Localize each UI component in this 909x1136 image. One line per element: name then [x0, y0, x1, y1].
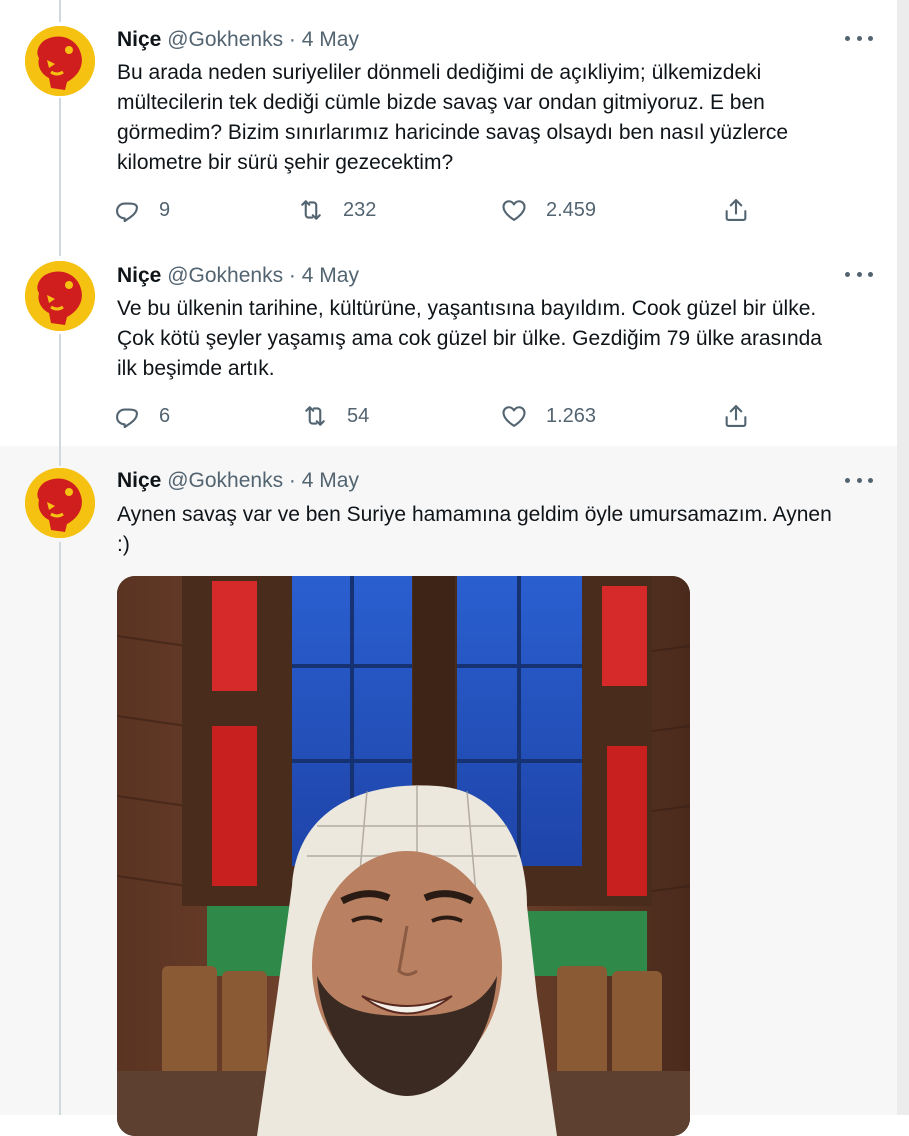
avatar-logo-icon	[25, 261, 95, 331]
tweet-1[interactable]: Niçe @Gokhenks · 4 May Bu arada neden su…	[0, 0, 897, 240]
like-count: 2.459	[546, 198, 597, 221]
retweet-icon	[305, 406, 325, 426]
tweet-date[interactable]: 4 May	[302, 28, 359, 51]
avatar[interactable]	[25, 468, 95, 538]
retweet-icon	[301, 200, 321, 220]
display-name[interactable]: Niçe	[117, 28, 161, 51]
avatar-logo-icon	[25, 468, 95, 538]
retweet-count: 232	[343, 198, 377, 221]
like-button[interactable]: 1.263	[500, 400, 596, 432]
reply-count: 9	[159, 198, 171, 221]
hammam-selfie-image	[117, 576, 690, 1136]
tweet-date[interactable]: 4 May	[302, 264, 359, 287]
reply-count: 6	[159, 404, 171, 427]
thread-line	[59, 98, 61, 240]
thread-line	[59, 542, 61, 1115]
tweet-photo[interactable]	[117, 576, 690, 1136]
retweet-button[interactable]: 232	[297, 194, 376, 226]
reply-icon	[116, 202, 138, 223]
tweet-2[interactable]: Niçe @Gokhenks · 4 May Ve bu ülkenin tar…	[0, 240, 897, 446]
thread-line	[59, 240, 61, 256]
tweet-header: Niçe @Gokhenks · 4 May	[117, 25, 359, 55]
reply-button[interactable]: 9	[113, 194, 170, 226]
thread-line	[59, 0, 61, 22]
heart-icon	[502, 200, 526, 221]
more-icon[interactable]	[845, 470, 873, 490]
tweet-3[interactable]: Niçe @Gokhenks · 4 May Aynen savaş var v…	[0, 446, 897, 1136]
share-button[interactable]	[722, 194, 768, 226]
thread-line	[59, 334, 61, 446]
share-button[interactable]	[722, 400, 768, 432]
tweet-actions: 6 54 1.263	[113, 400, 763, 432]
retweet-button[interactable]: 54	[301, 400, 369, 432]
avatar[interactable]	[25, 261, 95, 331]
separator: ·	[288, 28, 296, 51]
user-handle[interactable]: @Gokhenks	[167, 28, 283, 51]
display-name[interactable]: Niçe	[117, 264, 161, 287]
share-icon	[725, 405, 747, 427]
more-icon[interactable]	[845, 264, 873, 284]
tweet-text: Bu arada neden suriyeliler dönmeli dediğ…	[117, 61, 789, 174]
tweet-header: Niçe @Gokhenks · 4 May	[117, 261, 359, 291]
retweet-count: 54	[347, 404, 370, 427]
like-count: 1.263	[546, 404, 597, 427]
tweet-text: Ve bu ülkenin tarihine, kültürüne, yaşan…	[117, 297, 822, 380]
more-icon[interactable]	[845, 28, 873, 48]
reply-icon	[116, 408, 138, 429]
reply-button[interactable]: 6	[113, 400, 170, 432]
tweet-header: Niçe @Gokhenks · 4 May	[117, 466, 359, 496]
separator: ·	[288, 264, 296, 287]
separator: ·	[288, 469, 296, 492]
user-handle[interactable]: @Gokhenks	[167, 469, 283, 492]
display-name[interactable]: Niçe	[117, 469, 161, 492]
avatar-logo-icon	[25, 26, 95, 96]
user-handle[interactable]: @Gokhenks	[167, 264, 283, 287]
heart-icon	[502, 406, 526, 427]
thread-line	[59, 446, 61, 466]
tweet-actions: 9 232 2.459	[113, 194, 763, 226]
share-icon	[725, 199, 747, 221]
scrollbar[interactable]	[897, 0, 909, 1115]
avatar[interactable]	[25, 26, 95, 96]
tweet-date[interactable]: 4 May	[302, 469, 359, 492]
tweet-text: Aynen savaş var ve ben Suriye hamamına g…	[117, 503, 832, 556]
like-button[interactable]: 2.459	[500, 194, 596, 226]
